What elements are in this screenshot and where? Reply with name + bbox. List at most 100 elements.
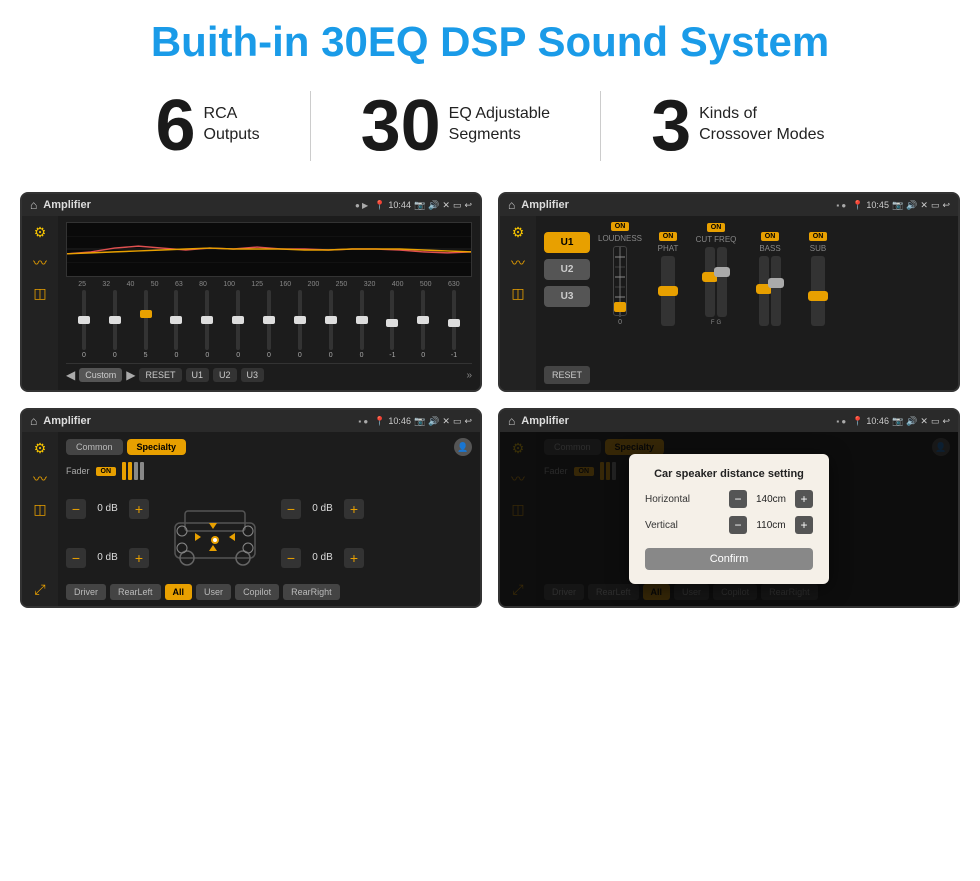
horizontal-value-group: − 140cm + [729, 490, 813, 508]
driver-btn[interactable]: Driver [66, 584, 106, 600]
speaker-left-sidebar: ⚙ 〰 ◫ ⤢ [22, 432, 58, 606]
u1-btn[interactable]: U1 [186, 368, 210, 382]
reset-btn[interactable]: RESET [139, 368, 181, 382]
stat-eq: 30 EQ Adjustable Segments [321, 90, 591, 162]
crossover-reset-btn[interactable]: RESET [544, 366, 590, 384]
eq-app-name: Amplifier [43, 199, 349, 211]
crossover-screen: ⌂ Amplifier ▪ ● 📍 10:45 📷🔊✕▭↩ ⚙ 〰 ◫ U1 U… [498, 192, 960, 392]
eq-slider-7: 0 [255, 290, 283, 359]
home-icon[interactable]: ⌂ [30, 198, 37, 212]
vertical-plus-btn[interactable]: + [795, 516, 813, 534]
speaker-icon-sidebar[interactable]: ◫ [33, 501, 46, 518]
crossover-status-bar: ⌂ Amplifier ▪ ● 📍 10:45 📷🔊✕▭↩ [500, 194, 958, 216]
dialog-screen: ⌂ Amplifier ▪ ● 📍 10:46 📷🔊✕▭↩ ⚙ 〰 ◫ ⤢ Co… [498, 408, 960, 608]
vertical-minus-btn[interactable]: − [729, 516, 747, 534]
speaker-home-icon[interactable]: ⌂ [30, 414, 37, 428]
confirm-button[interactable]: Confirm [645, 548, 813, 570]
eq-slider-13: -1 [440, 290, 468, 359]
stat-divider-1 [310, 91, 311, 161]
eq-screen: ⌂ Amplifier ● ▶ 📍 10:44 📷🔊✕▭↩ ⚙ 〰 ◫ [20, 192, 482, 392]
u3-btn[interactable]: U3 [241, 368, 265, 382]
sub-group: ON SUB [800, 232, 836, 326]
u3-preset-btn[interactable]: U3 [544, 286, 590, 307]
stats-row: 6 RCA Outputs 30 EQ Adjustable Segments … [0, 80, 980, 182]
horizontal-row: Horizontal − 140cm + [645, 490, 813, 508]
speaker-footer: Driver RearLeft All User Copilot RearRig… [66, 584, 472, 600]
fader-bar-3 [134, 462, 138, 480]
u1-preset-btn[interactable]: U1 [544, 232, 590, 253]
crossover-home-icon[interactable]: ⌂ [508, 198, 515, 212]
copilot-btn[interactable]: Copilot [235, 584, 279, 600]
fader-bar-4 [140, 462, 144, 480]
eq-status-bar: ⌂ Amplifier ● ▶ 📍 10:44 📷🔊✕▭↩ [22, 194, 480, 216]
eq-bottom-bar: ◀ Custom ▶ RESET U1 U2 U3 » [66, 363, 472, 384]
speaker-eq-icon[interactable]: ⚙ [34, 440, 47, 457]
speaker-dots: ▪ ● [358, 417, 368, 426]
stat-divider-2 [600, 91, 601, 161]
crossover-speaker-icon[interactable]: ◫ [511, 285, 524, 302]
crossover-app-name: Amplifier [521, 199, 830, 211]
page-title: Buith-in 30EQ DSP Sound System [0, 0, 980, 80]
rearleft-btn[interactable]: RearLeft [110, 584, 161, 600]
db-minus-3[interactable]: − [281, 499, 301, 519]
prev-btn[interactable]: ◀ [66, 368, 75, 382]
speaker-tab-row: Common Specialty 👤 [66, 438, 472, 456]
db-minus-4[interactable]: − [281, 548, 301, 568]
sidebar-eq-icon[interactable]: ⚙ [34, 224, 47, 241]
db-row-1: − 0 dB + [66, 499, 149, 519]
horizontal-label: Horizontal [645, 494, 700, 505]
horizontal-value: 140cm [751, 494, 791, 505]
db-minus-2[interactable]: − [66, 548, 86, 568]
stat-rca: 6 RCA Outputs [116, 90, 300, 162]
db-plus-3[interactable]: + [344, 499, 364, 519]
u2-btn[interactable]: U2 [213, 368, 237, 382]
crossover-left-sidebar: ⚙ 〰 ◫ [500, 216, 536, 390]
eq-slider-11: -1 [378, 290, 406, 359]
crossover-wave-icon[interactable]: 〰 [511, 253, 525, 273]
db-plus-4[interactable]: + [344, 548, 364, 568]
crossover-eq-icon[interactable]: ⚙ [512, 224, 525, 241]
sidebar-speaker-icon[interactable]: ◫ [33, 285, 46, 302]
speaker-wave-icon[interactable]: 〰 [33, 469, 47, 489]
stat-number-crossover: 3 [651, 90, 691, 162]
db-value-4: 0 dB [305, 552, 340, 563]
db-minus-1[interactable]: − [66, 499, 86, 519]
speaker-status-bar: ⌂ Amplifier ▪ ● 📍 10:46 📷🔊✕▭↩ [22, 410, 480, 432]
dialog-overlay: Car speaker distance setting Horizontal … [500, 432, 958, 606]
crossover-screen-content: ⚙ 〰 ◫ U1 U2 U3 RESET ON LOUDNESS [500, 216, 958, 390]
sidebar-wave-icon[interactable]: 〰 [33, 253, 47, 273]
speaker-middle: − 0 dB + − 0 dB + [66, 486, 472, 580]
horizontal-plus-btn[interactable]: + [795, 490, 813, 508]
eq-slider-1: 0 [70, 290, 98, 359]
next-btn[interactable]: ▶ [126, 368, 135, 382]
user-btn[interactable]: User [196, 584, 231, 600]
right-controls: − 0 dB + − 0 dB + [281, 486, 364, 580]
rearright-btn[interactable]: RearRight [283, 584, 340, 600]
car-diagram [155, 486, 275, 580]
db-plus-2[interactable]: + [129, 548, 149, 568]
db-plus-1[interactable]: + [129, 499, 149, 519]
stat-label-eq: EQ Adjustable Segments [449, 90, 550, 146]
dialog-home-icon[interactable]: ⌂ [508, 414, 515, 428]
eq-slider-4: 0 [163, 290, 191, 359]
u2-preset-btn[interactable]: U2 [544, 259, 590, 280]
eq-slider-5: 0 [193, 290, 221, 359]
common-tab[interactable]: Common [66, 439, 123, 455]
horizontal-minus-btn[interactable]: − [729, 490, 747, 508]
db-value-3: 0 dB [305, 503, 340, 514]
all-btn[interactable]: All [165, 584, 193, 600]
more-icon[interactable]: » [466, 370, 472, 381]
dialog-dots: ▪ ● [836, 417, 846, 426]
eq-status-icons: 📍 10:44 📷🔊✕▭↩ [374, 200, 472, 211]
fader-row: Fader ON [66, 460, 472, 482]
dialog-box: Car speaker distance setting Horizontal … [629, 454, 829, 584]
vertical-value: 110cm [751, 520, 791, 531]
profile-icon[interactable]: 👤 [454, 438, 472, 456]
speaker-arrows-icon[interactable]: ⤢ [34, 581, 45, 598]
specialty-tab[interactable]: Specialty [127, 439, 187, 455]
preset-col: U1 U2 U3 RESET [544, 222, 590, 384]
crossover-channels: ON LOUDNESS [596, 222, 950, 384]
dialog-status-icons: 📍 10:46 📷🔊✕▭↩ [852, 416, 950, 427]
custom-btn[interactable]: Custom [79, 368, 122, 382]
fader-bar-1 [122, 462, 126, 480]
